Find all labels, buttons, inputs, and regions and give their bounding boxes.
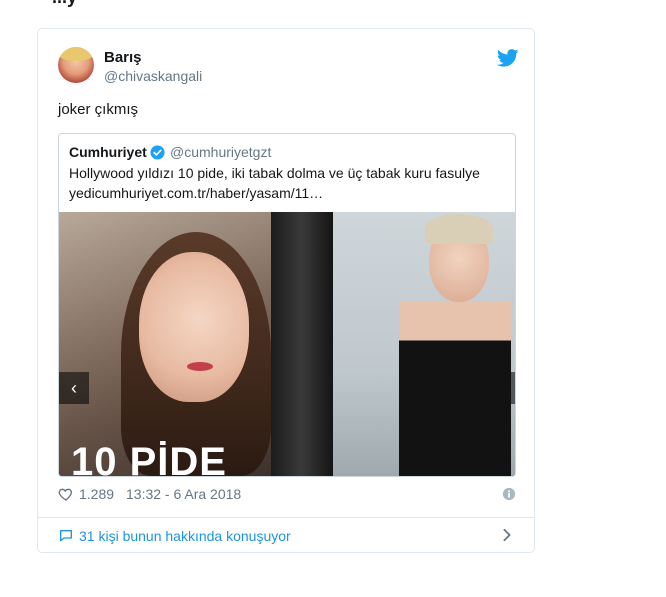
speech-bubble-icon — [60, 530, 72, 542]
quoted-tweet-link[interactable]: yedicumhuriyet.com.tr/haber/yasam/11… — [69, 185, 323, 201]
chevron-left-icon[interactable]: ‹ — [59, 372, 89, 404]
chevron-right-icon — [503, 528, 511, 542]
tweet-text: joker çıkmış — [58, 101, 139, 118]
quoted-author-name[interactable]: Cumhuriyet — [69, 144, 147, 160]
tweet-card[interactable]: Barış @chivaskangali joker çıkmış Cumhur… — [37, 28, 535, 553]
heart-outline-icon[interactable] — [58, 486, 74, 502]
chevron-right-edge[interactable] — [511, 372, 515, 404]
media-caption: 10 PİDE — [71, 440, 227, 476]
conversation-link[interactable]: 31 kişi bunun hakkında konuşuyor — [38, 518, 534, 552]
like-count[interactable]: 1.289 — [79, 486, 114, 502]
conversation-count-text: 31 kişi bunun hakkında konuşuyor — [79, 528, 291, 544]
avatar[interactable] — [58, 47, 94, 83]
quoted-tweet-text: Hollywood yıldızı 10 pide, iki tabak dol… — [69, 165, 480, 181]
quoted-author-handle[interactable]: @cumhuriyetgzt — [170, 144, 271, 160]
timestamp[interactable]: 13:32 - 6 Ara 2018 — [126, 486, 241, 502]
quoted-media-image[interactable]: 10 PİDE ‹ — [59, 212, 515, 476]
author-handle[interactable]: @chivaskangali — [104, 68, 202, 84]
page-header-partial: ...y — [0, 0, 666, 8]
page-header-partial-text: ...y — [52, 0, 77, 8]
twitter-bird-icon[interactable] — [497, 49, 519, 67]
author-name[interactable]: Barış — [104, 49, 142, 66]
quoted-tweet[interactable]: Cumhuriyet @cumhuriyetgzt Hollywood yıld… — [58, 133, 516, 477]
info-circle-icon[interactable] — [502, 487, 516, 501]
verified-check-icon — [150, 145, 165, 160]
